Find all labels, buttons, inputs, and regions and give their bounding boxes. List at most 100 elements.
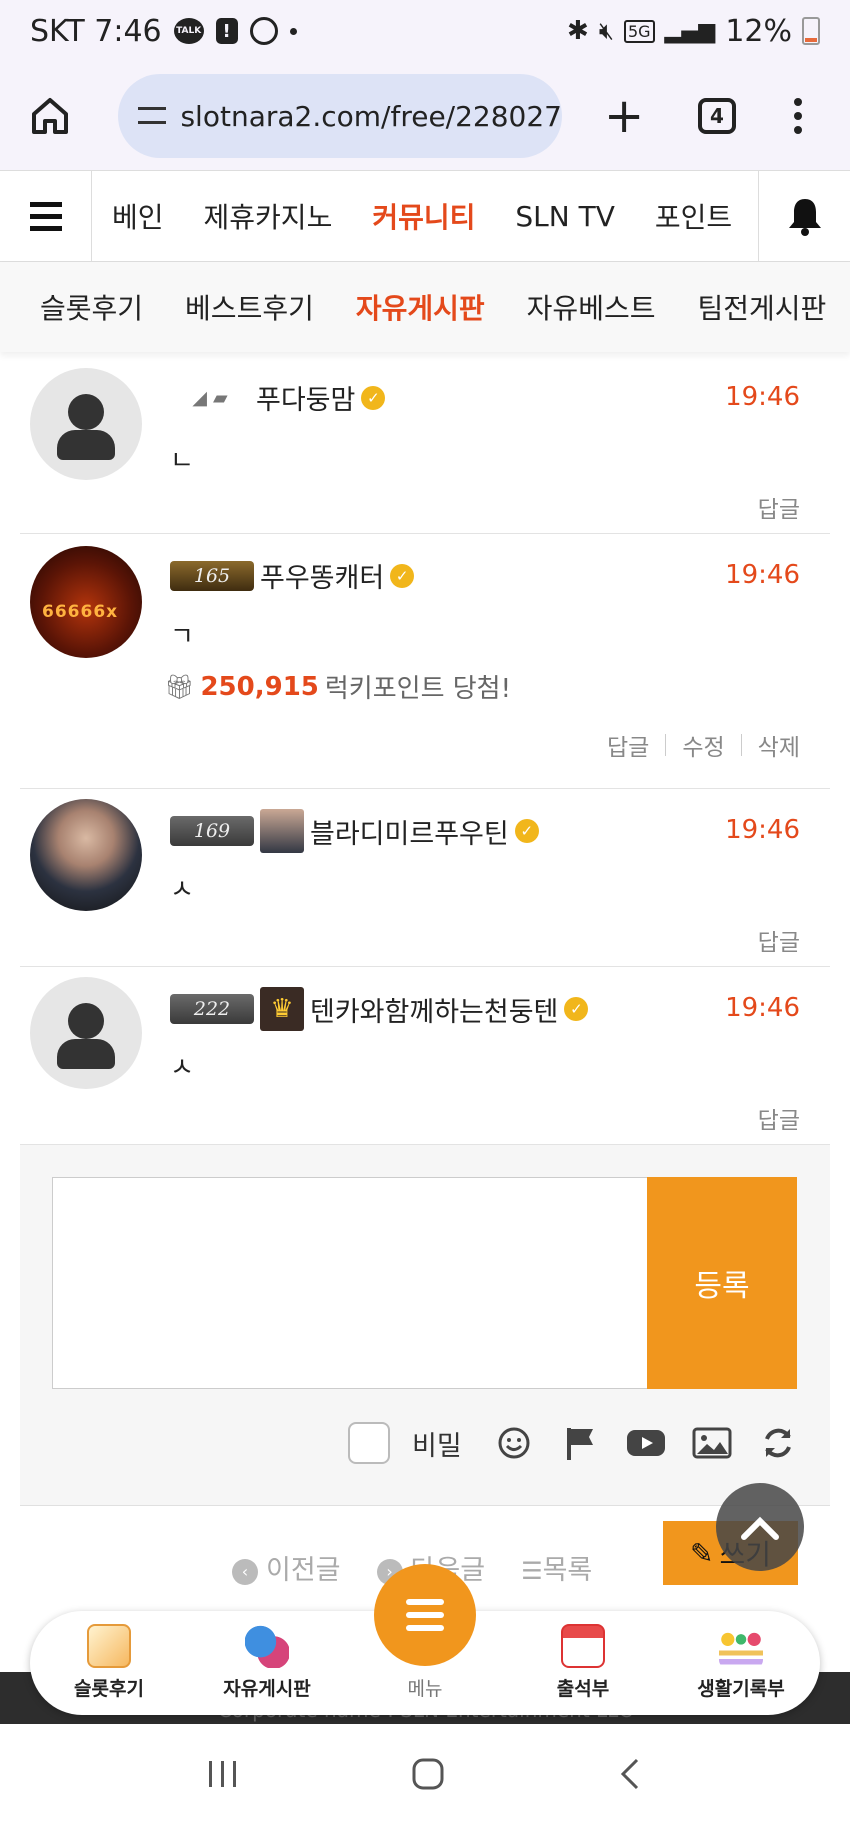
level-badge-icon: ◢ ▰ <box>192 386 228 409</box>
refresh-icon[interactable] <box>756 1423 800 1463</box>
notification-button[interactable] <box>758 170 850 262</box>
appbar-label: 출석부 <box>556 1678 610 1700</box>
comment-author[interactable]: 푸우똥캐터 <box>260 556 384 595</box>
tab-switcher-button[interactable]: 4 <box>698 98 736 134</box>
appbar-label: 슬롯후기 <box>74 1678 144 1700</box>
chat-bubble-icon <box>245 1624 289 1668</box>
hamburger-menu-button[interactable] <box>0 170 92 262</box>
avatar[interactable] <box>30 977 142 1089</box>
lucky-point-notice: 🎁︎ 250,915 럭키포인트 당첨! <box>164 668 511 705</box>
bluetooth-icon: ✱ <box>567 16 589 46</box>
verified-icon: ✓ <box>564 997 589 1021</box>
avatar[interactable] <box>30 368 142 480</box>
comment-author[interactable]: 블라디미르푸우틴 <box>310 812 509 851</box>
secret-label: 비밀 <box>412 1430 462 1462</box>
list-link[interactable]: ☰목록 <box>521 1548 592 1587</box>
edit-link[interactable]: 수정 <box>682 728 724 762</box>
appbar-attendance[interactable]: 출석부 <box>513 1624 653 1701</box>
url-text: slotnara2.com/free/228027 <box>180 99 562 133</box>
nav-item-point[interactable]: 포인트 <box>655 196 732 236</box>
delete-link[interactable]: 삭제 <box>758 728 800 762</box>
site-settings-icon[interactable] <box>138 101 167 131</box>
comment-text: ㅅ <box>170 1053 194 1083</box>
new-tab-button[interactable]: + <box>604 92 644 140</box>
comment-text: ㅅ <box>170 875 194 905</box>
list-label: 목록 <box>542 1555 593 1586</box>
comment-input[interactable] <box>52 1177 649 1389</box>
network-icon: 5G <box>623 19 655 43</box>
comment-time: 19:46 <box>725 560 800 590</box>
image-icon[interactable] <box>690 1423 734 1463</box>
alert-icon: ! <box>215 18 238 44</box>
more-notifications-icon <box>289 27 297 35</box>
prize-amount: 250,915 <box>200 671 319 702</box>
comment-time: 19:46 <box>725 993 800 1023</box>
recents-icon[interactable] <box>205 1758 241 1790</box>
home-nav-icon[interactable] <box>410 1756 446 1792</box>
reply-link[interactable]: 답글 <box>607 728 649 762</box>
profile-thumbnail <box>260 809 304 853</box>
comment-item: ◢ ▰ 푸다둥맘 ✓ 19:46 ㄴ 답글 <box>20 352 830 534</box>
mute-icon: 🔇︎ <box>598 17 614 45</box>
submit-button[interactable]: 등록 <box>647 1177 797 1389</box>
status-bar: SKT 7:46 TALK ! ✱ 🔇︎ 5G ▂▄▆ 12% <box>0 0 850 62</box>
carrier-time: SKT 7:46 <box>30 13 162 49</box>
site-nav: 베인 제휴카지노 커뮤니티 SLN TV 포인트 <box>0 170 850 262</box>
reply-link[interactable]: 답글 <box>758 490 800 524</box>
comment-time: 19:46 <box>725 382 800 412</box>
home-icon <box>32 98 68 134</box>
verified-icon: ✓ <box>514 819 539 843</box>
secret-checkbox[interactable] <box>348 1422 390 1464</box>
appbar-free-board[interactable]: 자유게시판 <box>197 1624 337 1701</box>
subnav-free-board[interactable]: 자유게시판 <box>356 287 485 327</box>
appbar-label: 자유게시판 <box>223 1678 311 1700</box>
system-nav-bar <box>0 1724 850 1823</box>
more-options-button[interactable] <box>794 98 802 134</box>
address-bar[interactable]: slotnara2.com/free/228027 <box>118 74 562 158</box>
youtube-icon[interactable] <box>624 1423 668 1463</box>
level-badge: 222 <box>170 994 254 1024</box>
bell-icon <box>788 199 821 236</box>
prev-post-link[interactable]: ‹ 이전글 <box>232 1548 341 1587</box>
comment-item: 169 블라디미르푸우틴 ✓ 19:46 ㅅ 답글 <box>20 789 830 967</box>
appbar-life-record[interactable]: 생활기록부 <box>671 1624 811 1701</box>
nav-item-sln-tv[interactable]: SLN TV <box>515 200 614 233</box>
crown-icon: ♛ <box>260 987 304 1031</box>
subnav-best-review[interactable]: 베스트후기 <box>185 287 314 327</box>
pencil-icon: ✎ <box>690 1536 714 1570</box>
chevron-up-icon <box>741 1516 779 1540</box>
nav-item-bein[interactable]: 베인 <box>112 196 164 236</box>
home-button[interactable] <box>26 92 74 140</box>
reply-link[interactable]: 답글 <box>758 923 800 957</box>
comment-author[interactable]: 푸다둥맘 <box>256 378 355 417</box>
comment-time: 19:46 <box>725 815 800 845</box>
subnav-team-board[interactable]: 팀전게시판 <box>697 287 826 327</box>
list-icon: ☰ <box>521 1557 543 1585</box>
emoji-icon[interactable] <box>492 1423 536 1463</box>
comment-author[interactable]: 텐카와함께하는천둥텐 <box>310 990 558 1029</box>
subnav-free-best[interactable]: 자유베스트 <box>527 287 656 327</box>
appbar-label: 생활기록부 <box>697 1678 785 1700</box>
scroll-top-button[interactable] <box>716 1483 804 1571</box>
subnav-slot-review[interactable]: 슬롯후기 <box>40 287 143 327</box>
menu-fab-button[interactable] <box>374 1564 476 1666</box>
appbar-slot-review[interactable]: 슬롯후기 <box>39 1624 179 1701</box>
battery-icon <box>802 17 820 45</box>
emoji-board-icon <box>719 1624 763 1668</box>
comment-list: ◢ ▰ 푸다둥맘 ✓ 19:46 ㄴ 답글 66666x 165 푸우똥캐터 ✓… <box>20 352 830 1145</box>
verified-icon: ✓ <box>361 385 386 410</box>
nav-item-community[interactable]: 커뮤니티 <box>372 196 475 236</box>
flag-icon[interactable] <box>558 1423 602 1463</box>
appbar-label: 메뉴 <box>407 1678 443 1700</box>
avatar[interactable] <box>30 799 142 911</box>
browser-toolbar: slotnara2.com/free/228027 + 4 <box>0 62 850 170</box>
kakaotalk-icon: TALK <box>173 18 204 44</box>
avatar[interactable]: 66666x <box>30 546 142 658</box>
reply-link[interactable]: 답글 <box>758 1101 800 1135</box>
nav-item-casino[interactable]: 제휴카지노 <box>204 196 333 236</box>
back-icon[interactable] <box>615 1756 645 1792</box>
gift-icon: 🎁︎ <box>164 672 195 701</box>
comment-text: ㄴ <box>170 446 194 476</box>
level-badge: 165 <box>170 560 254 591</box>
prize-text: 럭키포인트 당첨! <box>324 674 512 704</box>
